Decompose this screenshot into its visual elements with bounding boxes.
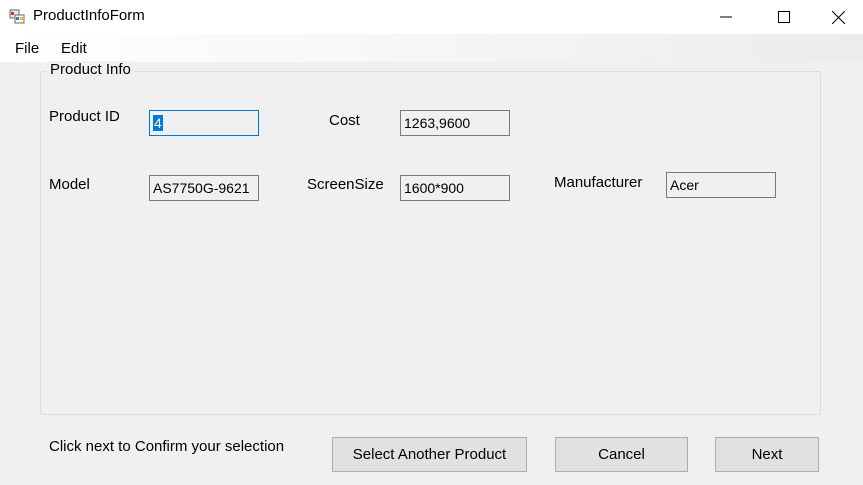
model-value: AS7750G-9621 <box>153 180 250 196</box>
screen-size-value: 1600*900 <box>404 180 464 196</box>
product-id-label: Product ID <box>49 108 120 125</box>
product-id-value: 4 <box>153 115 163 131</box>
next-button[interactable]: Next <box>715 437 819 472</box>
menu-file[interactable]: File <box>15 41 39 57</box>
manufacturer-value: Acer <box>670 177 699 193</box>
cancel-label: Cancel <box>598 446 645 463</box>
select-another-product-button[interactable]: Select Another Product <box>332 437 527 472</box>
close-button[interactable] <box>813 0 863 34</box>
instruction-text: Click next to Confirm your selection <box>49 438 285 455</box>
app-icon <box>9 8 25 24</box>
model-label: Model <box>49 176 90 193</box>
menu-edit[interactable]: Edit <box>61 41 87 57</box>
cost-field[interactable]: 1263,9600 <box>400 110 510 136</box>
select-another-product-label: Select Another Product <box>352 446 507 463</box>
cost-value: 1263,9600 <box>404 115 471 131</box>
window-title: ProductInfoForm <box>33 7 145 24</box>
manufacturer-label: Manufacturer <box>554 174 643 191</box>
maximize-icon <box>778 11 790 23</box>
screen-size-label: ScreenSize <box>307 176 384 193</box>
group-legend: Product Info <box>47 61 134 79</box>
product-id-field[interactable]: 4 <box>149 110 259 136</box>
minimize-icon <box>720 16 732 18</box>
screen-size-field[interactable]: 1600*900 <box>400 175 510 201</box>
close-icon <box>831 10 845 24</box>
title-bar: ProductInfoForm <box>0 0 863 34</box>
menu-bar: File Edit <box>0 34 863 62</box>
maximize-button[interactable] <box>755 0 813 34</box>
cancel-button[interactable]: Cancel <box>555 437 688 472</box>
next-label: Next <box>751 446 783 463</box>
minimize-button[interactable] <box>697 0 755 34</box>
model-field[interactable]: AS7750G-9621 <box>149 175 259 201</box>
cost-label: Cost <box>329 112 360 129</box>
manufacturer-field[interactable]: Acer <box>666 172 776 198</box>
